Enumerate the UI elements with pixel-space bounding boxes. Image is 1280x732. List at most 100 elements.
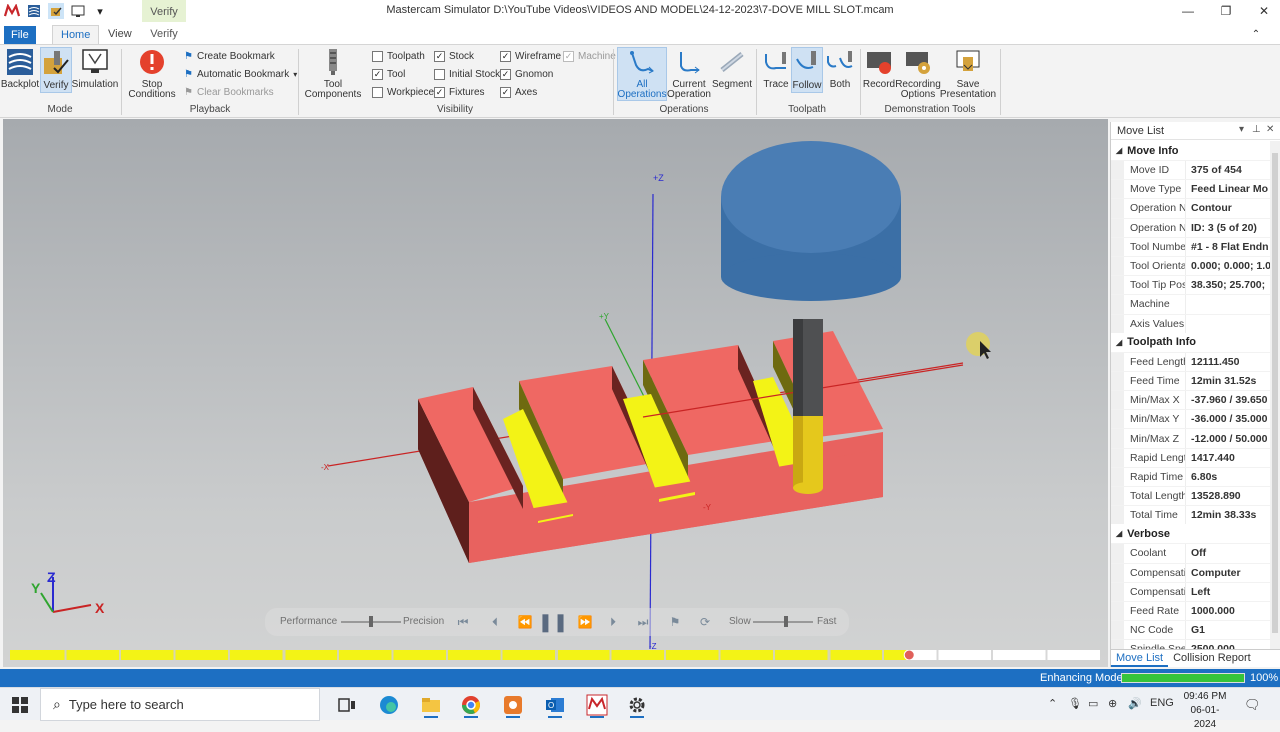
checkbox-workpiece[interactable] — [372, 87, 383, 98]
checkbox-initial-stock[interactable] — [434, 69, 445, 80]
property-row[interactable]: Tool Tip Pos 38.350; 25.700; — [1111, 275, 1271, 295]
property-row[interactable]: Operation N Contour — [1111, 198, 1271, 218]
tab-file[interactable]: File — [4, 26, 36, 44]
property-row[interactable]: Feed Time 12min 31.52s — [1111, 370, 1271, 391]
simulation-quick-icon[interactable] — [70, 3, 86, 19]
speed-slider[interactable] — [753, 616, 813, 627]
property-row[interactable]: Rapid Lengt 1417.440 — [1111, 447, 1271, 467]
property-row[interactable]: Total Time 12min 38.33s — [1111, 505, 1271, 525]
task-view-icon[interactable] — [332, 691, 362, 718]
settings-gear-icon[interactable] — [622, 691, 652, 718]
all-operations-button[interactable]: All Operations — [617, 47, 667, 101]
graphics-viewport[interactable]: +Z +Y -X -Y -Z Z X Y Performance Precisi… — [0, 119, 1108, 667]
toolpath-checkbox[interactable]: Toolpath — [372, 51, 425, 62]
go-to-end-icon[interactable]: ⏭ — [635, 614, 651, 630]
both-button[interactable]: Both — [824, 47, 856, 90]
property-row[interactable]: Move Type Feed Linear Mo — [1111, 179, 1271, 199]
automatic-bookmark-button[interactable]: ⚑ Automatic Bookmark ▾ — [184, 69, 297, 80]
move-list-section[interactable]: ◢ Move Info — [1111, 141, 1271, 160]
machine-checkbox[interactable]: ✓ Machine — [563, 51, 616, 62]
move-list-section[interactable]: ◢ Verbose — [1111, 524, 1271, 543]
tab-move-list[interactable]: Move List — [1111, 650, 1169, 667]
go-to-start-icon[interactable]: ⏮ — [455, 614, 471, 630]
windows-start-button[interactable] — [0, 688, 40, 721]
step-back-icon[interactable]: ⏴ — [487, 614, 503, 630]
property-row[interactable]: Rapid Time 6.80s — [1111, 466, 1271, 486]
property-row[interactable]: Axis Values — [1111, 313, 1271, 333]
microphone-icon[interactable]: 🎙 — [1068, 697, 1082, 710]
property-row[interactable]: Tool Numbe #1 - 8 Flat Endn — [1111, 236, 1271, 256]
checkbox-tool[interactable]: ✓ — [372, 69, 383, 80]
close-button[interactable]: ✕ — [1244, 0, 1280, 22]
taskbar-clock[interactable]: 09:46 PM 06-01-2024 — [1180, 690, 1230, 732]
tray-chevron-icon[interactable]: ⌃ — [1048, 697, 1057, 710]
segment-button[interactable]: Segment — [712, 47, 752, 90]
tool-components-button[interactable]: Tool Components — [302, 47, 364, 100]
notification-icon[interactable]: 🗨 — [1244, 697, 1261, 713]
verify-button[interactable]: Verify — [40, 47, 72, 93]
property-row[interactable]: Min/Max Y -36.000 / 35.000 — [1111, 409, 1271, 429]
pause-icon[interactable]: ❚❚ — [538, 612, 568, 632]
minimize-button[interactable]: — — [1168, 0, 1208, 22]
progress-thumb[interactable] — [903, 650, 915, 660]
chrome-icon[interactable] — [456, 691, 486, 718]
orange-app-icon[interactable] — [498, 691, 528, 718]
edge-icon[interactable] — [374, 691, 404, 718]
record-button[interactable]: Record — [862, 47, 896, 90]
property-row[interactable]: Min/Max X -37.960 / 39.650 — [1111, 390, 1271, 410]
property-row[interactable]: Machine — [1111, 294, 1271, 314]
property-row[interactable]: Compensati Left — [1111, 581, 1271, 601]
network-globe-icon[interactable]: ⊕ — [1108, 697, 1117, 710]
fast-forward-icon[interactable]: ⏩ — [577, 614, 593, 630]
stock-checkbox[interactable]: ✓ Stock — [434, 51, 474, 62]
speed-slider-thumb[interactable] — [783, 616, 788, 627]
collapse-triangle-icon[interactable]: ◢ — [1116, 529, 1122, 538]
workpiece-checkbox[interactable]: Workpiece — [372, 87, 434, 98]
property-row[interactable]: Total Length 13528.890 — [1111, 486, 1271, 506]
clear-bookmarks-button[interactable]: ⚑ Clear Bookmarks — [184, 87, 274, 98]
property-row[interactable]: Compensati Computer — [1111, 562, 1271, 582]
follow-button[interactable]: Follow — [791, 47, 823, 93]
battery-icon[interactable]: ▭ — [1088, 697, 1098, 710]
gnomon-checkbox[interactable]: ✓ Gnomon — [500, 69, 553, 80]
property-row[interactable]: Feed Length 12111.450 — [1111, 351, 1271, 371]
create-bookmark-button[interactable]: ⚑ Create Bookmark — [184, 51, 275, 62]
ribbon-collapse-icon[interactable]: ⌃ — [1238, 24, 1274, 44]
file-explorer-icon[interactable] — [416, 691, 446, 718]
quality-slider[interactable] — [341, 616, 401, 627]
tab-home[interactable]: Home — [52, 25, 100, 45]
rewind-icon[interactable]: ⏪ — [517, 614, 533, 630]
backplot-quick-icon[interactable] — [26, 3, 42, 19]
tool-checkbox[interactable]: ✓ Tool — [372, 69, 405, 80]
wireframe-checkbox[interactable]: ✓ Wireframe — [500, 51, 561, 62]
checkbox-machine[interactable]: ✓ — [563, 51, 574, 62]
checkbox-fixtures[interactable]: ✓ — [434, 87, 445, 98]
recording-options-button[interactable]: Recording Options — [895, 47, 941, 100]
property-row[interactable]: Tool Orienta 0.000; 0.000; 1.0 — [1111, 255, 1271, 276]
property-row[interactable]: Min/Max Z -12.000 / 50.000 — [1111, 428, 1271, 448]
move-list-scrollbar[interactable] — [1270, 141, 1280, 649]
tab-view[interactable]: View — [100, 25, 140, 44]
trace-button[interactable]: Trace — [760, 47, 792, 90]
property-row[interactable]: NC Code G1 — [1111, 620, 1271, 640]
backplot-button[interactable]: Backplot — [1, 47, 39, 90]
qat-customize-icon[interactable]: ▾ — [92, 3, 108, 19]
panel-menu-icon[interactable]: ▾ — [1239, 124, 1244, 135]
current-operation-button[interactable]: Current Operation — [667, 47, 711, 100]
verify-quick-icon[interactable] — [48, 3, 64, 19]
move-list-section[interactable]: ◢ Toolpath Info — [1111, 333, 1271, 352]
checkbox-toolpath[interactable] — [372, 51, 383, 62]
quality-slider-thumb[interactable] — [369, 616, 373, 627]
bookmark-step-icon[interactable]: ⚑ — [667, 614, 683, 630]
taskbar-search-box[interactable]: ⌕ Type here to search — [40, 688, 320, 721]
tab-verify[interactable]: Verify — [142, 25, 186, 44]
playback-progress-strip[interactable] — [10, 650, 1100, 660]
property-row[interactable]: Coolant Off — [1111, 543, 1271, 563]
checkbox-wireframe[interactable]: ✓ — [500, 51, 511, 62]
property-row[interactable]: Move ID 375 of 454 — [1111, 160, 1271, 180]
collapse-triangle-icon[interactable]: ◢ — [1116, 146, 1122, 155]
tab-collision-report[interactable]: Collision Report — [1168, 650, 1256, 667]
mastercam-2018-icon[interactable] — [582, 691, 612, 718]
checkbox-stock[interactable]: ✓ — [434, 51, 445, 62]
pin-icon[interactable]: ⊥ — [1252, 124, 1261, 135]
